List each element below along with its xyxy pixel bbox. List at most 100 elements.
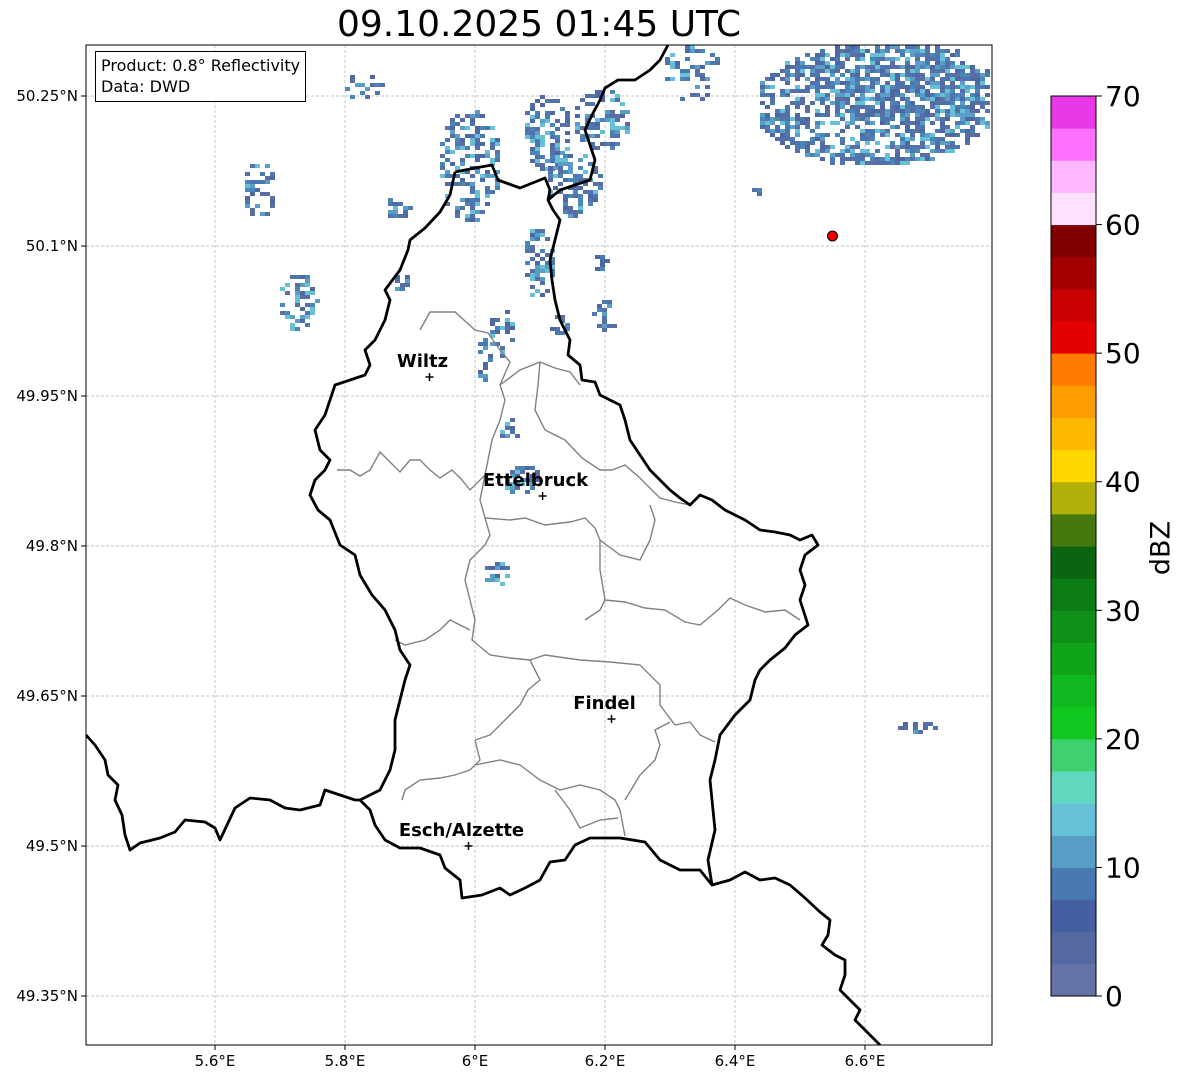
echo-cell <box>270 200 275 204</box>
echo-cell <box>960 101 965 105</box>
echo-cell <box>913 726 918 730</box>
echo-cell <box>915 129 920 133</box>
echo-cell <box>945 145 950 149</box>
echo-cell <box>925 157 930 161</box>
echo-cell <box>250 208 255 212</box>
echo-cell <box>558 158 563 162</box>
echo-cell <box>770 73 775 77</box>
echo-cell <box>900 93 905 97</box>
echo-cell <box>765 85 770 89</box>
echo-cell <box>905 49 910 53</box>
colorbar-segment <box>1051 706 1096 740</box>
echo-cell <box>825 145 830 149</box>
echo-cell <box>590 122 595 126</box>
echo-cell <box>295 327 300 331</box>
echo-cell <box>568 206 573 210</box>
echo-cell <box>940 69 945 73</box>
echo-cell <box>610 98 615 102</box>
echo-cell <box>920 93 925 97</box>
echo-cell <box>785 69 790 73</box>
echo-cell <box>405 275 410 279</box>
echo-cell <box>870 129 875 133</box>
echo-cell <box>895 93 900 97</box>
echo-cell <box>845 109 850 113</box>
echo-cell <box>895 145 900 149</box>
echo-cell <box>620 126 625 130</box>
echo-cell <box>820 57 825 61</box>
echo-cell <box>890 125 895 129</box>
echo-cell <box>895 81 900 85</box>
echo-cell <box>870 57 875 61</box>
echo-cell <box>568 170 573 174</box>
echo-cell <box>575 114 580 118</box>
lat-tick-label: 50.1°N <box>26 237 78 255</box>
echo-cell <box>905 65 910 69</box>
echo-cell <box>460 162 465 166</box>
echo-cell <box>850 81 855 85</box>
echo-cell <box>598 182 603 186</box>
echo-cell <box>535 289 540 293</box>
echo-cell <box>913 730 918 734</box>
echo-cell <box>380 83 385 87</box>
echo-cell <box>935 57 940 61</box>
echo-cell <box>300 319 305 323</box>
echo-cell <box>930 137 935 141</box>
echo-cell <box>785 133 790 137</box>
echo-cell <box>910 133 915 137</box>
echo-cell <box>855 97 860 101</box>
echo-cell <box>880 101 885 105</box>
echo-cell <box>955 49 960 53</box>
echo-cell <box>865 49 870 53</box>
echo-cell <box>610 146 615 150</box>
echo-cell <box>535 273 540 277</box>
echo-cell <box>860 137 865 141</box>
echo-cell <box>870 105 875 109</box>
echo-cell <box>505 574 510 578</box>
echo-cell <box>530 159 535 163</box>
echo-cell <box>910 101 915 105</box>
echo-cell <box>960 61 965 65</box>
colorbar-tick-label: 0 <box>1105 980 1123 1013</box>
echo-cell <box>955 53 960 57</box>
echo-cell <box>405 279 410 283</box>
echo-cell <box>805 141 810 145</box>
echo-cell <box>840 89 845 93</box>
echo-cell <box>540 269 545 273</box>
echo-cell <box>940 121 945 125</box>
echo-cell <box>895 45 900 49</box>
echo-cell <box>245 200 250 204</box>
echo-cell <box>445 170 450 174</box>
echo-cell <box>885 145 890 149</box>
echo-cell <box>975 109 980 113</box>
echo-cell <box>975 69 980 73</box>
echo-cell <box>535 253 540 257</box>
echo-cell <box>830 65 835 69</box>
colorbar-segment <box>1051 963 1096 997</box>
echo-cell <box>980 121 985 125</box>
echo-cell <box>820 97 825 101</box>
echo-cell <box>485 566 490 570</box>
echo-cell <box>905 85 910 89</box>
echo-cell <box>985 85 990 89</box>
echo-cell <box>475 142 480 146</box>
echo-cell <box>950 77 955 81</box>
echo-cell <box>445 174 450 178</box>
echo-cell <box>270 204 275 208</box>
echo-cell <box>530 277 535 281</box>
echo-cell <box>895 153 900 157</box>
echo-cell <box>915 53 920 57</box>
echo-cell <box>960 93 965 97</box>
echo-cell <box>905 113 910 117</box>
echo-cell <box>555 151 560 155</box>
echo-cell <box>483 374 488 378</box>
echo-cell <box>945 61 950 65</box>
echo-cell <box>810 85 815 89</box>
echo-cell <box>865 65 870 69</box>
echo-cell <box>835 65 840 69</box>
echo-cell <box>875 65 880 69</box>
echo-cell <box>905 141 910 145</box>
echo-cell <box>495 154 500 158</box>
echo-cell <box>955 113 960 117</box>
echo-cell <box>555 327 560 331</box>
echo-cell <box>805 105 810 109</box>
